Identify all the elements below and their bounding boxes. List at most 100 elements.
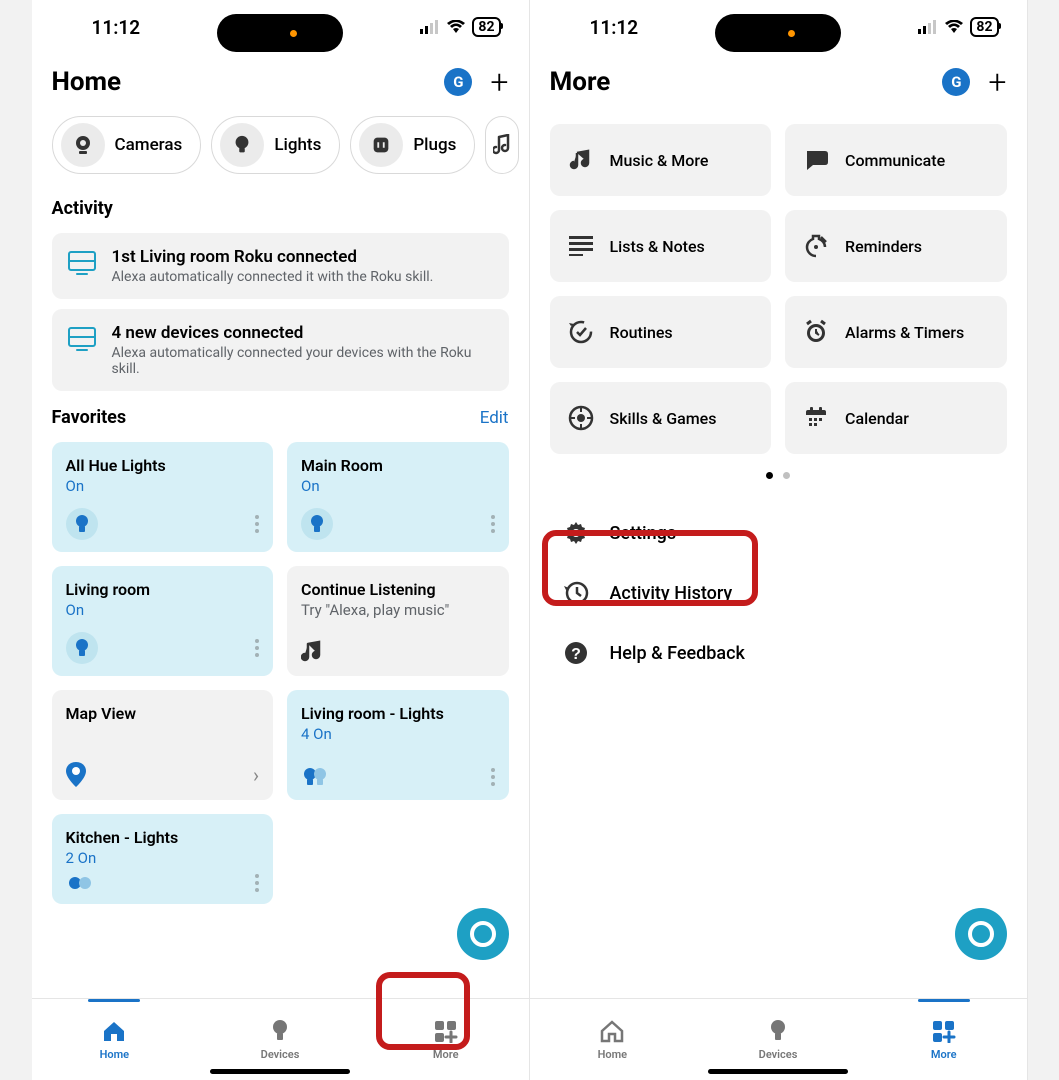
signal-icon [420, 20, 440, 34]
tile-label: Skills & Games [610, 409, 717, 428]
favorite-card-main-room[interactable]: Main Room On [287, 442, 509, 552]
chip-label: Cameras [115, 135, 183, 155]
fav-status: On [66, 477, 260, 495]
bulb-icon [768, 1018, 788, 1044]
routine-icon [568, 319, 594, 345]
music-icon [568, 147, 594, 173]
tile-label: Alarms & Timers [845, 323, 964, 342]
avatar[interactable]: G [444, 68, 472, 96]
chip-lights[interactable]: Lights [211, 116, 340, 174]
fav-title: Kitchen - Lights [66, 828, 260, 847]
chip-label: Lights [274, 135, 321, 155]
edit-button[interactable]: Edit [480, 408, 509, 428]
plug-icon [359, 123, 403, 167]
avatar[interactable]: G [942, 68, 970, 96]
phone-more: 11:12 82 More G + Music & More Communica… [530, 0, 1028, 1080]
more-icon[interactable] [255, 874, 259, 892]
status-time: 11:12 [92, 16, 141, 39]
music-icon [301, 640, 323, 664]
status-bar: 11:12 82 [32, 0, 529, 54]
alexa-button[interactable] [457, 908, 509, 960]
page-title: Home [52, 67, 122, 97]
row-activity-history[interactable]: Activity History [550, 563, 1007, 623]
page-title: More [550, 67, 611, 97]
row-help[interactable]: ? Help & Feedback [550, 623, 1007, 683]
calendar-icon [803, 405, 829, 431]
tab-label: Devices [759, 1048, 798, 1061]
history-icon [562, 579, 590, 607]
wifi-icon [944, 20, 964, 34]
tab-devices[interactable]: Devices [695, 999, 861, 1080]
more-icon[interactable] [491, 768, 495, 786]
pin-icon [66, 762, 86, 788]
page-indicator [530, 454, 1027, 503]
tab-label: Home [100, 1048, 130, 1061]
status-time: 11:12 [590, 16, 639, 39]
tile-music[interactable]: Music & More [550, 124, 772, 196]
bulbs-icon [301, 766, 329, 788]
favorite-card-living-room[interactable]: Living room On [52, 566, 274, 676]
add-button[interactable]: + [490, 66, 508, 98]
tile-routines[interactable]: Routines [550, 296, 772, 368]
add-button[interactable]: + [988, 66, 1006, 98]
grid-plus-icon [931, 1018, 957, 1044]
tile-skills[interactable]: Skills & Games [550, 382, 772, 454]
bulb-icon [270, 1018, 290, 1044]
chevron-right-icon: › [253, 763, 259, 787]
tab-more[interactable]: More [363, 999, 529, 1080]
favorite-card-map-view[interactable]: Map View › [52, 690, 274, 800]
help-icon: ? [562, 639, 590, 667]
dynamic-island [217, 14, 343, 52]
activity-title: 4 new devices connected [112, 323, 493, 343]
more-list: Settings Activity History ? Help & Feedb… [530, 503, 1027, 683]
tile-label: Communicate [845, 151, 945, 170]
list-icon [568, 233, 594, 259]
tile-calendar[interactable]: Calendar [785, 382, 1007, 454]
activity-card[interactable]: 4 new devices connected Alexa automatica… [52, 309, 509, 391]
more-icon[interactable] [255, 515, 259, 533]
favorite-card-continue-listening[interactable]: Continue Listening Try "Alexa, play musi… [287, 566, 509, 676]
tab-home[interactable]: Home [32, 999, 198, 1080]
fav-status: Try "Alexa, play music" [301, 601, 495, 619]
activity-subtitle: Alexa automatically connected it with th… [112, 269, 434, 285]
bulb-icon [301, 508, 333, 540]
tile-communicate[interactable]: Communicate [785, 124, 1007, 196]
skill-icon [568, 405, 594, 431]
activity-subtitle: Alexa automatically connected your devic… [112, 345, 493, 377]
row-settings[interactable]: Settings [550, 503, 1007, 563]
favorite-card-kitchen-lights[interactable]: Kitchen - Lights 2 On [52, 814, 274, 904]
bulb-icon [220, 123, 264, 167]
fav-status: On [301, 477, 495, 495]
chip-more[interactable] [485, 116, 519, 174]
alexa-button[interactable] [955, 908, 1007, 960]
tab-more[interactable]: More [861, 999, 1027, 1080]
battery-icon: 82 [970, 17, 998, 37]
gear-icon [562, 519, 590, 547]
reminder-icon [803, 233, 829, 259]
more-icon[interactable] [255, 639, 259, 657]
tab-devices[interactable]: Devices [197, 999, 363, 1080]
tab-home[interactable]: Home [530, 999, 696, 1080]
tile-alarms[interactable]: Alarms & Timers [785, 296, 1007, 368]
status-bar: 11:12 82 [530, 0, 1027, 54]
fav-status: 4 On [301, 725, 495, 743]
favorite-card-living-room-lights[interactable]: Living room - Lights 4 On [287, 690, 509, 800]
tab-label: More [433, 1048, 459, 1061]
activity-card[interactable]: 1st Living room Roku connected Alexa aut… [52, 233, 509, 299]
favorite-card-all-hue[interactable]: All Hue Lights On [52, 442, 274, 552]
svg-text:?: ? [571, 646, 581, 663]
bulb-icon [66, 632, 98, 664]
favorites-grid: All Hue Lights On Main Room On Living ro… [32, 442, 529, 800]
tile-lists[interactable]: Lists & Notes [550, 210, 772, 282]
fav-status: On [66, 601, 260, 619]
more-icon[interactable] [491, 515, 495, 533]
alarm-icon [803, 319, 829, 345]
tile-label: Reminders [845, 237, 922, 256]
chip-plugs[interactable]: Plugs [350, 116, 475, 174]
chip-cameras[interactable]: Cameras [52, 116, 202, 174]
fav-title: All Hue Lights [66, 456, 260, 475]
tile-reminders[interactable]: Reminders [785, 210, 1007, 282]
row-label: Activity History [610, 583, 733, 604]
signal-icon [918, 20, 938, 34]
fav-title: Living room [66, 580, 260, 599]
